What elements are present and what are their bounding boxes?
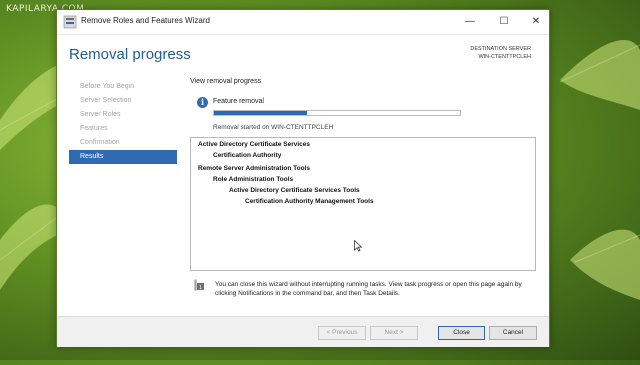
- nav-item-confirmation[interactable]: Confirmation: [69, 136, 177, 150]
- title-bar[interactable]: Remove Roles and Features Wizard — ☐ ✕: [57, 10, 549, 35]
- maximize-button[interactable]: ☐: [491, 13, 517, 31]
- result-item-role-admin-tools: Role Administration Tools: [213, 176, 294, 183]
- next-button[interactable]: Next >: [370, 326, 418, 340]
- result-item-ca-management-tools: Certification Authority Management Tools: [245, 198, 374, 205]
- progress-bar-fill: [214, 111, 308, 115]
- destination-server-value: WIN-CTENTTPCLEH: [478, 54, 531, 60]
- result-item-rsat: Remote Server Administration Tools: [198, 165, 310, 172]
- feature-removal-label: Feature removal: [213, 98, 264, 105]
- nav-item-server-roles[interactable]: Server Roles: [69, 108, 177, 122]
- close-button[interactable]: Close: [438, 326, 485, 340]
- result-item-adcs-tools: Active Directory Certificate Services To…: [229, 187, 360, 194]
- window-title: Remove Roles and Features Wizard: [81, 16, 210, 25]
- cancel-button[interactable]: Cancel: [489, 326, 537, 340]
- nav-item-features[interactable]: Features: [69, 122, 177, 136]
- wizard-window: Remove Roles and Features Wizard — ☐ ✕ R…: [56, 9, 550, 347]
- removal-started-text: Removal started on WIN-CTENTTPCLEH: [213, 124, 334, 131]
- results-list[interactable]: Active Directory Certificate Services Ce…: [190, 137, 536, 271]
- server-manager-icon: [63, 15, 77, 29]
- close-wizard-note: You can close this wizard without interr…: [215, 281, 522, 297]
- previous-button[interactable]: < Previous: [318, 326, 366, 340]
- nav-item-before-you-begin[interactable]: Before You Begin: [69, 80, 177, 94]
- info-icon: i: [197, 97, 208, 108]
- wizard-steps-nav: Before You Begin Server Selection Server…: [69, 80, 177, 164]
- view-progress-label: View removal progress: [190, 78, 262, 85]
- nav-item-results[interactable]: Results: [69, 150, 177, 164]
- result-item-certification-authority: Certification Authority: [213, 152, 282, 159]
- page-title: Removal progress: [69, 46, 191, 63]
- removal-progress-bar: [213, 110, 461, 116]
- wizard-header: Removal progress DESTINATION SERVER WIN-…: [57, 35, 549, 75]
- result-item-adcs: Active Directory Certificate Services: [198, 141, 311, 148]
- minimize-button[interactable]: —: [457, 13, 483, 31]
- mouse-cursor-icon: [354, 240, 362, 252]
- svg-text:1: 1: [199, 285, 202, 291]
- wizard-footer: < Previous Next > Close Cancel: [57, 316, 549, 347]
- close-window-button[interactable]: ✕: [523, 13, 549, 31]
- nav-item-server-selection[interactable]: Server Selection: [69, 94, 177, 108]
- notification-flag-icon: 1: [194, 279, 204, 291]
- destination-server-label: DESTINATION SERVER: [470, 46, 531, 52]
